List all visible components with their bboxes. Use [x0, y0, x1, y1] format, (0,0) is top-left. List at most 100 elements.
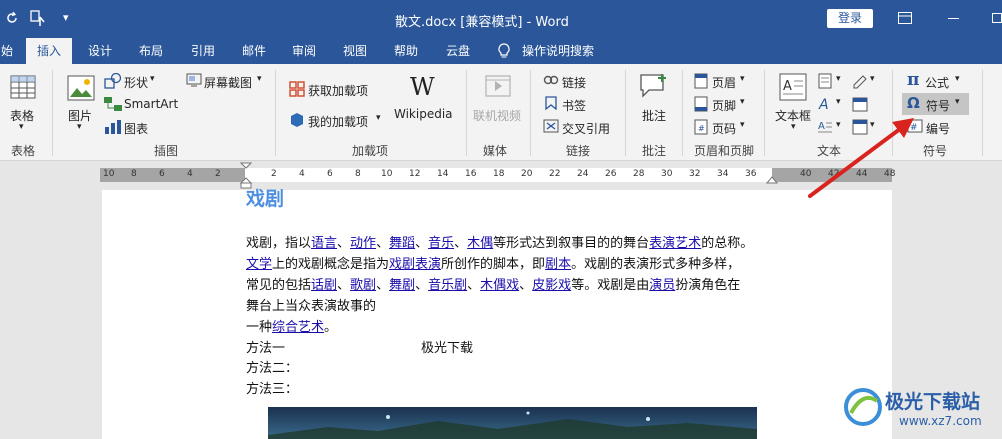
my-addins-icon[interactable] — [289, 112, 305, 128]
header-button[interactable]: 页眉 — [712, 74, 736, 91]
ribbon-display-icon[interactable] — [898, 12, 912, 24]
link-action[interactable]: 动作 — [350, 236, 376, 251]
header-icon[interactable] — [694, 73, 708, 89]
ruler-tick-label: 10 — [103, 169, 115, 179]
smartart-button[interactable]: SmartArt — [124, 97, 178, 111]
right-indent-marker[interactable] — [766, 176, 778, 184]
wikipedia-icon[interactable]: W — [410, 73, 435, 101]
tab-mailings[interactable]: 邮件 — [236, 38, 272, 64]
page-number-icon[interactable]: # — [694, 119, 708, 135]
document-picture[interactable] — [268, 407, 757, 439]
signature-line-icon[interactable] — [852, 73, 868, 89]
link-literature[interactable]: 文学 — [246, 257, 272, 272]
divider — [275, 70, 276, 156]
footer-dropdown-icon[interactable]: ▾ — [740, 97, 745, 107]
link-icon[interactable] — [543, 73, 559, 87]
tab-insert[interactable]: 插入 — [26, 38, 72, 64]
picture-icon[interactable] — [67, 75, 95, 101]
divider — [530, 70, 531, 156]
chart-button[interactable]: 图表 — [124, 120, 148, 137]
store-icon[interactable] — [289, 81, 305, 97]
comment-button[interactable]: 批注 — [642, 107, 666, 124]
maximize-button[interactable] — [992, 13, 1002, 23]
bookmark-button[interactable]: 书签 — [562, 97, 586, 114]
cross-reference-button[interactable]: 交叉引用 — [562, 120, 610, 137]
ruler-tick-label: 28 — [633, 169, 645, 179]
signature-dropdown-icon[interactable]: ▾ — [870, 74, 875, 84]
symbol-dropdown-icon[interactable]: ▾ — [955, 97, 960, 107]
equation-dropdown-icon[interactable]: ▾ — [955, 74, 960, 84]
chart-icon[interactable] — [104, 120, 122, 134]
tab-review[interactable]: 审阅 — [286, 38, 322, 64]
link-dance[interactable]: 舞蹈 — [389, 236, 415, 251]
ruler-tick-label: 6 — [159, 169, 165, 179]
textbox-dropdown-icon[interactable]: ▾ — [791, 122, 796, 132]
link-musical[interactable]: 音乐剧 — [428, 278, 467, 293]
get-addins-button[interactable]: 获取加载项 — [308, 82, 368, 99]
quick-parts-dropdown-icon[interactable]: ▾ — [836, 74, 841, 84]
screenshot-button[interactable]: 屏幕截图 — [204, 74, 252, 91]
quick-parts-icon[interactable] — [818, 73, 832, 89]
smartart-icon[interactable] — [104, 97, 122, 111]
ruler-tick-label: 8 — [131, 169, 137, 179]
link-puppet[interactable]: 木偶 — [467, 236, 493, 251]
link-drama-performance[interactable]: 戏剧表演 — [389, 257, 441, 272]
customize-qat-icon[interactable]: ▾ — [63, 11, 69, 24]
online-video-icon[interactable] — [485, 74, 511, 98]
wikipedia-button[interactable]: Wikipedia — [394, 107, 453, 121]
table-icon[interactable] — [10, 75, 36, 99]
shapes-button[interactable]: 形状 — [124, 74, 148, 91]
wordart-dropdown-icon[interactable]: ▾ — [836, 97, 841, 107]
tab-design[interactable]: 设计 — [82, 38, 118, 64]
page-number-dropdown-icon[interactable]: ▾ — [740, 120, 745, 130]
link-shadow-play[interactable]: 皮影戏 — [532, 278, 571, 293]
touch-mode-icon[interactable] — [30, 10, 48, 28]
tab-references[interactable]: 引用 — [185, 38, 221, 64]
shapes-dropdown-icon[interactable]: ▾ — [150, 74, 155, 84]
link-language[interactable]: 语言 — [311, 236, 337, 251]
cross-reference-icon[interactable] — [543, 119, 559, 133]
equation-icon[interactable]: π — [907, 70, 919, 90]
online-video-button[interactable]: 联机视频 — [473, 107, 521, 124]
group-header-footer-label: 页眉和页脚 — [693, 144, 754, 158]
header-dropdown-icon[interactable]: ▾ — [740, 74, 745, 84]
comment-icon[interactable] — [639, 73, 669, 99]
link-music[interactable]: 音乐 — [428, 236, 454, 251]
link-drama[interactable]: 话剧 — [311, 278, 337, 293]
textbox-icon[interactable]: A — [779, 73, 807, 101]
shapes-icon[interactable] — [104, 73, 122, 89]
tab-help[interactable]: 帮助 — [388, 38, 424, 64]
my-addins-button[interactable]: 我的加载项 — [308, 113, 368, 130]
bookmark-icon[interactable] — [545, 96, 557, 110]
link-button[interactable]: 链接 — [562, 74, 586, 91]
tab-cloud[interactable]: 云盘 — [440, 38, 476, 64]
link-performing-art[interactable]: 表演艺术 — [649, 236, 701, 251]
page-number-button[interactable]: 页码 — [712, 120, 736, 137]
link-comprehensive-art[interactable]: 综合艺术 — [272, 320, 324, 335]
footer-icon[interactable] — [694, 96, 708, 112]
ruler-tick-label: 10 — [381, 169, 393, 179]
link-actor[interactable]: 演员 — [649, 278, 675, 293]
link-dance-drama[interactable]: 舞剧 — [389, 278, 415, 293]
tab-start[interactable]: 始 — [0, 38, 14, 64]
autosave-icon[interactable] — [4, 10, 20, 26]
screenshot-dropdown-icon[interactable]: ▾ — [257, 74, 262, 84]
paragraph-line-1: 戏剧，指以语言、动作、舞蹈、音乐、木偶等形式达到叙事目的的舞台表演艺术的总称。 — [246, 236, 754, 251]
login-button[interactable]: 登录 — [827, 9, 873, 28]
tab-view[interactable]: 视图 — [337, 38, 373, 64]
method-two-line: 方法二： — [246, 361, 299, 376]
document-page[interactable] — [102, 190, 892, 439]
screenshot-icon[interactable] — [186, 73, 202, 87]
tell-me-search[interactable]: 操作说明搜索 — [522, 38, 602, 64]
divider — [625, 70, 626, 156]
link-opera[interactable]: 歌剧 — [350, 278, 376, 293]
footer-button[interactable]: 页脚 — [712, 97, 736, 114]
link-script[interactable]: 剧本 — [545, 257, 571, 272]
equation-button[interactable]: 公式 — [925, 74, 949, 91]
my-addins-dropdown-icon[interactable]: ▾ — [376, 113, 381, 123]
table-dropdown-icon[interactable]: ▾ — [19, 122, 24, 132]
picture-dropdown-icon[interactable]: ▾ — [77, 122, 82, 132]
link-puppet-show[interactable]: 木偶戏 — [480, 278, 519, 293]
tab-layout[interactable]: 布局 — [133, 38, 169, 64]
minimize-button[interactable] — [948, 18, 959, 19]
